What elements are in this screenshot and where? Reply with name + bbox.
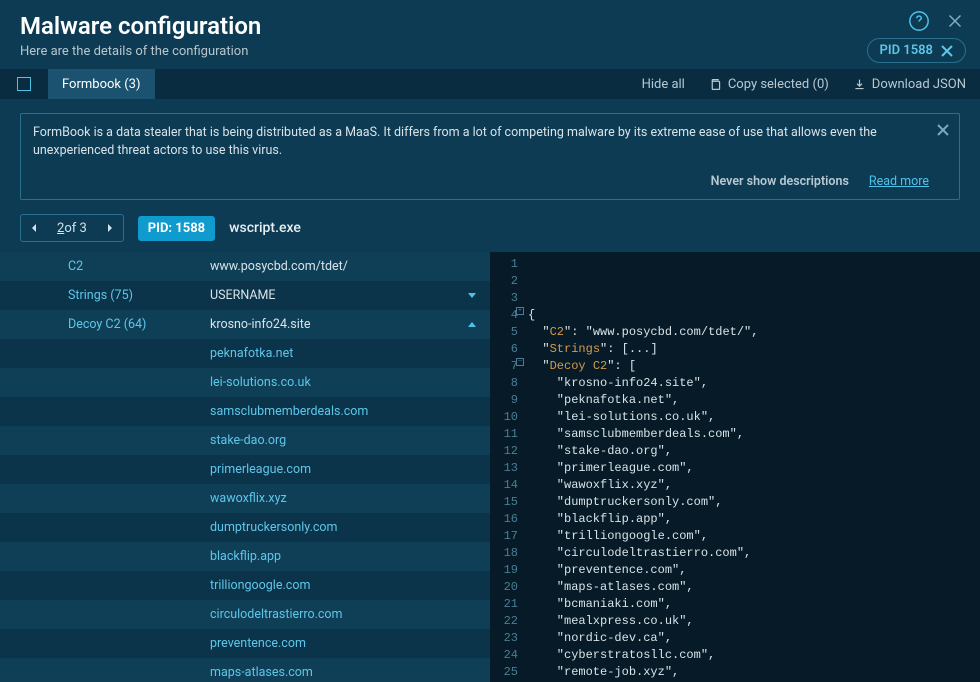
tree-value: trilliongoogle.com (0, 578, 490, 593)
pid-chip: PID: 1588 (138, 216, 215, 241)
tab-label: Formbook (3) (62, 77, 141, 92)
tab-formbook[interactable]: Formbook (3) (48, 69, 155, 99)
chevron-up-icon (468, 322, 476, 327)
tree-row-decoy-item[interactable]: maps-atlases.com (0, 658, 490, 682)
clear-pid-icon[interactable] (941, 45, 953, 57)
json-viewer[interactable]: 1234567891011121314151617181920212223242… (490, 252, 980, 682)
tree-row-decoy-item[interactable]: lei-solutions.co.uk (0, 368, 490, 397)
tree-value: samsclubmemberdeals.com (0, 404, 490, 419)
tree-value: circulodeltrastierro.com (0, 607, 490, 622)
config-tree[interactable]: C2 www.posycbd.com/tdet/ Strings (75) US… (0, 252, 490, 682)
tree-row-decoy-item[interactable]: wawoxflix.xyz (0, 484, 490, 513)
code-content: + − { "C2": "www.posycbd.com/tdet/", "St… (524, 252, 980, 682)
download-json-button[interactable]: Download JSON (853, 77, 966, 92)
chevron-down-icon (468, 293, 476, 298)
process-name: wscript.exe (229, 220, 301, 236)
copy-icon (709, 78, 722, 91)
tab-bar: Formbook (3) Hide all Copy selected (0) … (0, 69, 980, 99)
select-all-checkbox[interactable] (0, 77, 48, 91)
pager-prev-button[interactable] (21, 215, 47, 241)
tree-row-strings[interactable]: Strings (75) USERNAME (0, 281, 490, 310)
line-gutter: 1234567891011121314151617181920212223242… (490, 252, 524, 682)
tree-value: dumptruckersonly.com (0, 520, 490, 535)
banner-text: FormBook is a data stealer that is being… (33, 124, 929, 160)
description-banner: FormBook is a data stealer that is being… (20, 113, 960, 200)
tree-key: Decoy C2 (64) (0, 317, 210, 332)
tree-value: www.posycbd.com/tdet/ (210, 259, 490, 274)
tree-row-decoy-item[interactable]: trilliongoogle.com (0, 571, 490, 600)
checkbox-icon (17, 77, 31, 91)
hide-all-button[interactable]: Hide all (642, 77, 685, 92)
tree-value: maps-atlases.com (0, 665, 490, 680)
tree-value: krosno-info24.site (210, 317, 468, 332)
tree-row-decoy-item[interactable]: circulodeltrastierro.com (0, 600, 490, 629)
copy-selected-button[interactable]: Copy selected (0) (709, 77, 829, 92)
close-icon[interactable] (944, 10, 966, 32)
tree-key: Strings (75) (0, 288, 210, 303)
page-title: Malware configuration (20, 12, 960, 40)
tree-value: stake-dao.org (0, 433, 490, 448)
tree-row-decoy-item[interactable]: stake-dao.org (0, 426, 490, 455)
tree-value: blackflip.app (0, 549, 490, 564)
tree-value: peknafotka.net (0, 346, 490, 361)
pager: 2 of 3 (20, 214, 124, 242)
tree-value: lei-solutions.co.uk (0, 375, 490, 390)
pid-filter-label: PID 1588 (880, 43, 934, 58)
tree-row-decoy-item[interactable]: samsclubmemberdeals.com (0, 397, 490, 426)
help-icon[interactable] (908, 10, 930, 32)
download-icon (853, 78, 866, 91)
pager-next-button[interactable] (97, 215, 123, 241)
pager-position: 2 of 3 (47, 215, 97, 241)
tree-value: wawoxflix.xyz (0, 491, 490, 506)
tree-row-decoy-item[interactable]: preventence.com (0, 629, 490, 658)
pid-filter-badge[interactable]: PID 1588 (867, 38, 967, 63)
page-subtitle: Here are the details of the configuratio… (20, 44, 960, 59)
tree-row-c2[interactable]: C2 www.posycbd.com/tdet/ (0, 252, 490, 281)
read-more-link[interactable]: Read more (869, 174, 929, 189)
tree-value: USERNAME (210, 288, 468, 303)
tree-value: primerleague.com (0, 462, 490, 477)
banner-close-icon[interactable] (937, 124, 949, 136)
tree-key: C2 (0, 259, 210, 274)
tree-row-decoy-item[interactable]: peknafotka.net (0, 339, 490, 368)
tree-row-decoy-item[interactable]: primerleague.com (0, 455, 490, 484)
tree-row-decoy-c2[interactable]: Decoy C2 (64) krosno-info24.site (0, 310, 490, 339)
never-show-link[interactable]: Never show descriptions (711, 174, 849, 189)
tree-row-decoy-item[interactable]: dumptruckersonly.com (0, 513, 490, 542)
tree-value: preventence.com (0, 636, 490, 651)
tree-row-decoy-item[interactable]: blackflip.app (0, 542, 490, 571)
